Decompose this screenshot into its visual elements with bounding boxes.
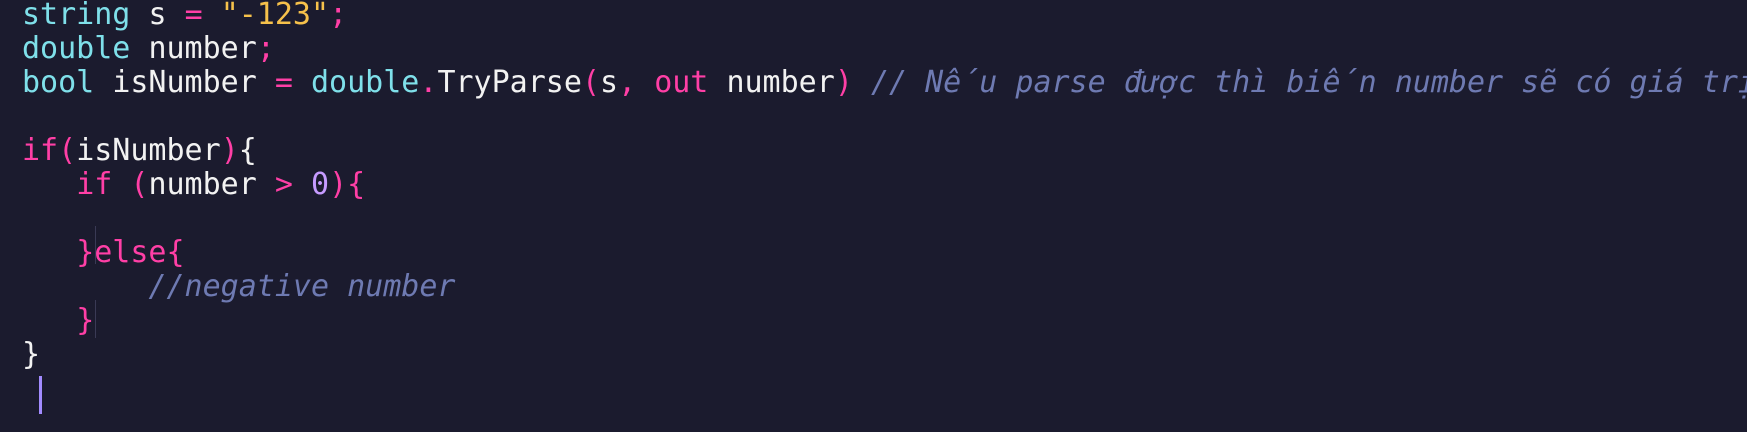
code-token: } [76, 235, 95, 270]
code-token: { [166, 235, 185, 270]
code-token: s [600, 65, 619, 100]
code-token: string [22, 0, 131, 32]
code-token: double [311, 65, 420, 100]
code-token: { [347, 167, 366, 202]
code-line[interactable]: } [22, 302, 94, 340]
code-token: double [22, 31, 131, 66]
code-token: number [148, 167, 257, 202]
code-token: ; [256, 31, 275, 66]
code-token: ; [329, 0, 348, 32]
code-token: . [419, 65, 438, 100]
code-line[interactable]: bool isNumber = double.TryParse(s, out n… [22, 64, 1747, 102]
code-token: if [22, 133, 59, 168]
code-token: } [22, 337, 41, 372]
code-token: bool [22, 65, 95, 100]
code-token: if [76, 167, 113, 202]
code-line[interactable]: double number; [22, 30, 275, 68]
code-token: isNumber [112, 65, 257, 100]
code-token: { [238, 133, 257, 168]
indent-guide [95, 226, 96, 264]
code-token: "-123" [220, 0, 330, 32]
code-token: out [654, 65, 709, 100]
code-token: // Nếu parse được thì biến number sẽ có … [870, 65, 1747, 100]
code-token: ( [58, 133, 77, 168]
code-token: s [148, 0, 167, 32]
code-token: isNumber [76, 133, 221, 168]
code-token: , [618, 65, 637, 100]
code-token: //negative number [148, 269, 456, 304]
code-token: number [726, 65, 835, 100]
code-token: = [184, 0, 203, 32]
code-line[interactable]: if(isNumber){ [22, 132, 257, 170]
code-token: } [76, 303, 95, 338]
code-token: ) [834, 65, 853, 100]
indent-guide [95, 300, 96, 338]
code-token: TryParse [437, 65, 582, 100]
code-token: number [148, 31, 257, 66]
code-line[interactable]: }else{ [22, 234, 185, 272]
code-token: ( [130, 167, 149, 202]
code-token: > [274, 167, 293, 202]
code-token: = [274, 65, 293, 100]
code-token: else [94, 235, 167, 270]
code-token: ( [581, 65, 600, 100]
code-line[interactable]: if (number > 0){ [22, 166, 365, 204]
code-line[interactable]: } [22, 336, 40, 374]
text-cursor [39, 376, 42, 414]
code-token: ) [329, 167, 348, 202]
code-editor[interactable]: string s = "-123"; double number; bool i… [0, 0, 1747, 432]
code-token: ) [220, 133, 239, 168]
code-line[interactable]: string s = "-123"; [22, 0, 347, 34]
code-line[interactable]: //negative number [22, 268, 455, 306]
code-token: 0 [311, 167, 330, 202]
